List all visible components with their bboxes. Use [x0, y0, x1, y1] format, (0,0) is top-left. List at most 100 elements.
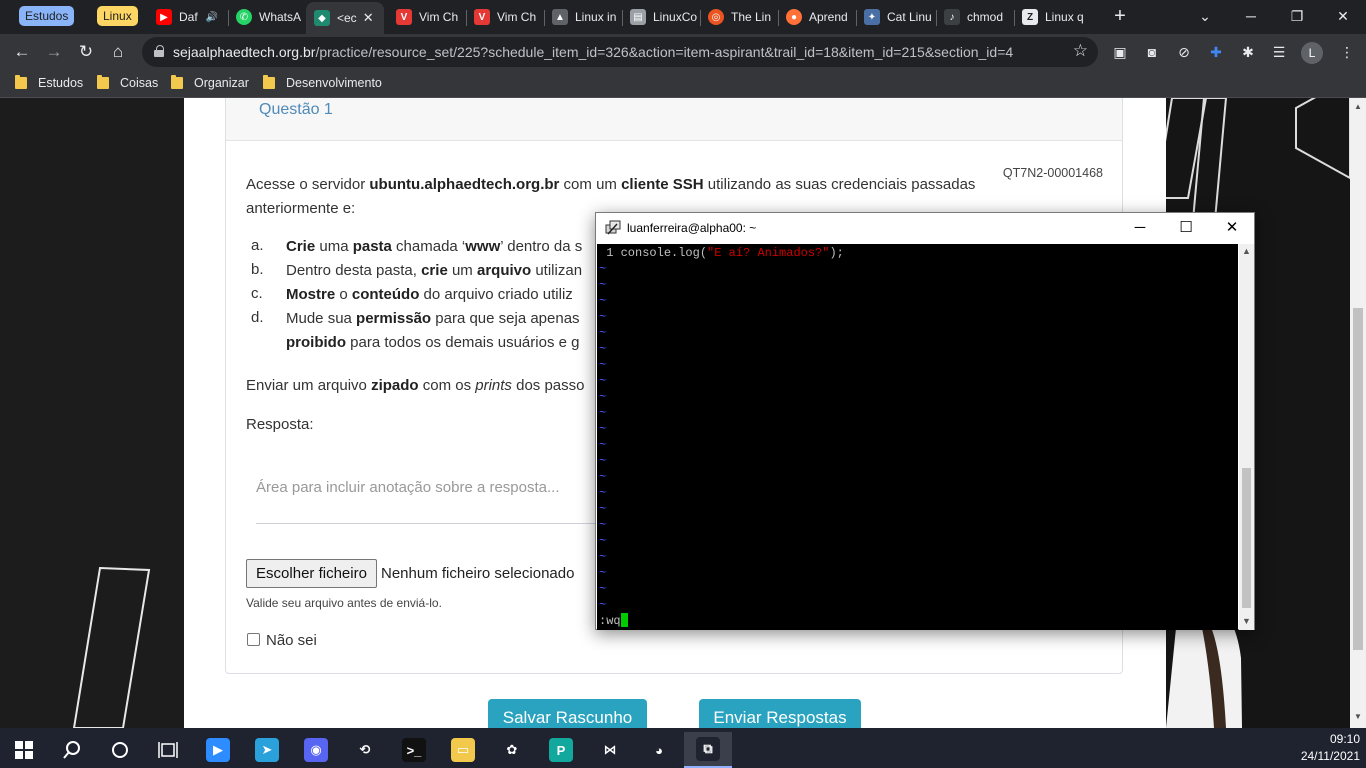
- tab-vim-cheatsheet-1[interactable]: V Vim Ch: [388, 4, 466, 30]
- close-tab-icon[interactable]: ✕: [363, 10, 374, 26]
- task-view-button[interactable]: [144, 732, 192, 768]
- scroll-up-icon[interactable]: ▲: [1354, 102, 1362, 111]
- speaker-icon[interactable]: 🔊: [206, 12, 218, 23]
- tab-group-estudos[interactable]: Estudos: [19, 6, 75, 26]
- tab-cat-linux[interactable]: ✦ Cat Linu: [856, 4, 936, 30]
- putty-minimize-button[interactable]: ─: [1117, 213, 1163, 243]
- windows-logo-icon: [15, 741, 33, 759]
- cortana-button[interactable]: [96, 732, 144, 768]
- vim-tilde: ~: [599, 342, 607, 356]
- tab-linux-in[interactable]: ▲ Linux in: [544, 4, 622, 30]
- task-letter: d.: [251, 309, 264, 326]
- restore-button[interactable]: ❐: [1274, 0, 1320, 32]
- taskbar-app-putty[interactable]: ⧉: [684, 732, 732, 768]
- lock-icon[interactable]: [154, 45, 164, 57]
- extensions-puzzle-icon[interactable]: ✱: [1237, 41, 1259, 63]
- search-button[interactable]: [48, 732, 96, 768]
- terminal-scrollbar[interactable]: ▲ ▼: [1239, 244, 1254, 630]
- scroll-down-icon[interactable]: ▼: [1241, 616, 1252, 626]
- terminal-scroll-thumb[interactable]: [1242, 468, 1251, 608]
- forward-button[interactable]: →: [40, 38, 68, 66]
- bookmark-coisas[interactable]: Coisas: [97, 75, 158, 90]
- page-scroll-thumb[interactable]: [1353, 308, 1363, 650]
- folder-icon: [171, 75, 183, 89]
- tab-search-icon[interactable]: ⌄: [1182, 0, 1228, 32]
- vim-tilde: ~: [599, 470, 607, 484]
- address-bar[interactable]: sejaalphaedtech.org.br/practice/resource…: [142, 37, 1098, 67]
- taskbar-app-discord[interactable]: ◉: [292, 732, 340, 768]
- scroll-up-icon[interactable]: ▲: [1241, 246, 1252, 256]
- folder-icon: [97, 75, 109, 89]
- reload-button[interactable]: ↻: [72, 38, 100, 66]
- start-button[interactable]: [0, 732, 48, 768]
- vim-cheatsheet-icon: V: [396, 9, 412, 25]
- vim-tilde: ~: [599, 582, 607, 596]
- question-intro-line2: anteriormente e:: [246, 200, 356, 217]
- youtube-icon: ▶: [156, 9, 172, 25]
- tab-vim-cheatsheet-2[interactable]: V Vim Ch: [466, 4, 544, 30]
- taskbar-app-chrome[interactable]: ◕: [635, 732, 683, 768]
- taskbar-app-figma[interactable]: ✿: [488, 732, 536, 768]
- putty-close-button[interactable]: ✕: [1209, 213, 1255, 243]
- browser-tab-strip: Estudos Linux ▶ Daf 🔊 ✆ WhatsA ◆ <ec ✕ V…: [0, 0, 1366, 34]
- page-scrollbar[interactable]: ▲ ▼: [1350, 98, 1366, 728]
- question-title: Questão 1: [259, 101, 333, 118]
- dont-know-label[interactable]: Não sei: [266, 632, 317, 649]
- new-tab-button[interactable]: +: [1110, 4, 1130, 30]
- vim-tilde: ~: [599, 326, 607, 340]
- cortana-icon: [112, 742, 128, 758]
- tab-linux-q[interactable]: Z Linux q: [1014, 4, 1094, 30]
- tab-youtube[interactable]: ▶ Daf 🔊: [148, 4, 228, 30]
- minimize-button[interactable]: ─: [1228, 0, 1274, 32]
- taskbar-app-zoom[interactable]: ▶: [194, 732, 242, 768]
- tab-media-icon[interactable]: ▣: [1109, 41, 1131, 63]
- tab-group-linux[interactable]: Linux: [97, 6, 138, 26]
- close-window-button[interactable]: ✕: [1320, 0, 1366, 32]
- tab-chmod[interactable]: ♪ chmod: [936, 4, 1014, 30]
- bookmark-organizar[interactable]: Organizar: [171, 75, 249, 90]
- putty-titlebar[interactable]: luanferreira@alpha00: ~ ─ ☐ ✕: [596, 213, 1254, 243]
- taskbar-app-telegram[interactable]: ➤: [243, 732, 291, 768]
- scroll-down-icon[interactable]: ▼: [1354, 712, 1362, 721]
- tab-active-alphaedtech[interactable]: ◆ <ec ✕: [306, 2, 384, 34]
- vim-tilde: ~: [599, 406, 607, 420]
- vim-cheatsheet-icon: V: [474, 9, 490, 25]
- putty-maximize-button[interactable]: ☐: [1163, 213, 1209, 243]
- validate-hint: Valide seu arquivo antes de enviá-lo.: [246, 596, 442, 610]
- file-explorer-icon: ▭: [451, 738, 475, 762]
- profile-avatar[interactable]: L: [1301, 42, 1323, 64]
- extension-blue-icon[interactable]: ✚: [1205, 41, 1227, 63]
- system-clock[interactable]: 09:10 24/11/2021: [1301, 731, 1360, 765]
- submit-answers-button[interactable]: Enviar Respostas: [699, 699, 861, 728]
- camera-icon[interactable]: ◙: [1141, 41, 1163, 63]
- vim-tilde: ~: [599, 502, 607, 516]
- tab-linuxco[interactable]: ▤ LinuxCo: [622, 4, 700, 30]
- home-button[interactable]: ⌂: [104, 38, 132, 66]
- bookmark-desenvolvimento[interactable]: Desenvolvimento: [263, 75, 382, 90]
- bookmark-star-icon[interactable]: ☆: [1073, 41, 1088, 61]
- whatsapp-icon: ✆: [236, 9, 252, 25]
- tab-whatsapp[interactable]: ✆ WhatsA: [228, 4, 306, 30]
- send-instruction: Enviar um arquivo zipado com os prints d…: [246, 377, 585, 394]
- answer-label: Resposta:: [246, 416, 314, 433]
- vim-command-line: :wq: [599, 613, 628, 629]
- terminal-screen[interactable]: 1 console.log("E aí? Animados?"); ~ ~ ~ ~ ~ ~…: [597, 244, 1238, 630]
- dont-know-checkbox[interactable]: [247, 633, 260, 646]
- bookmark-estudos[interactable]: Estudos: [15, 75, 83, 90]
- taskbar-app-vscode[interactable]: ⋈: [586, 732, 634, 768]
- back-button[interactable]: ←: [8, 38, 36, 66]
- tab-aprenda[interactable]: ● Aprend: [778, 4, 856, 30]
- choose-file-button[interactable]: Escolher ficheiro: [246, 559, 377, 588]
- tab-the-linux[interactable]: ◎ The Lin: [700, 4, 778, 30]
- taskbar-app-terminal[interactable]: >_: [390, 732, 438, 768]
- media-queue-icon[interactable]: ☰: [1268, 41, 1290, 63]
- menu-kebab-icon[interactable]: ⋮: [1336, 41, 1358, 63]
- tab-title: Linux q: [1045, 10, 1084, 24]
- taskbar-app-network[interactable]: ⟲: [341, 732, 389, 768]
- taskbar-app-file-explorer[interactable]: ▭: [439, 732, 487, 768]
- save-draft-button[interactable]: Salvar Rascunho: [488, 699, 647, 728]
- taskbar-app-postman[interactable]: P: [537, 732, 585, 768]
- lens-icon[interactable]: ⊘: [1173, 41, 1195, 63]
- chmod-icon: ♪: [944, 9, 960, 25]
- putty-window[interactable]: luanferreira@alpha00: ~ ─ ☐ ✕ 1 console.…: [595, 212, 1255, 630]
